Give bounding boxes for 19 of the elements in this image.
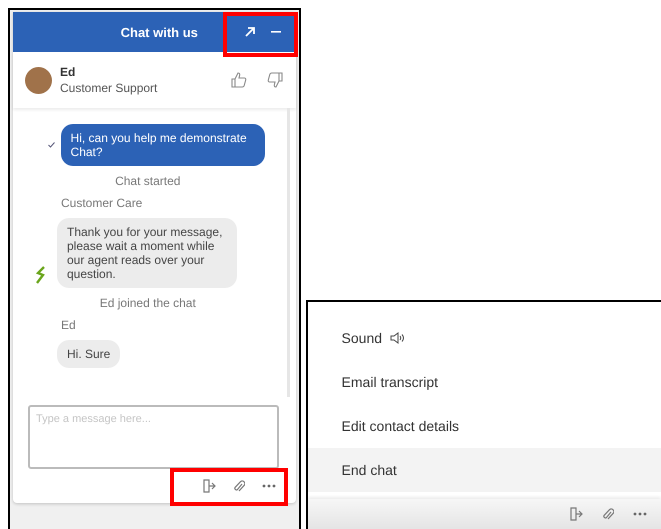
received-message: Hi. Sure: [57, 340, 120, 368]
message-input[interactable]: Type a message here...: [28, 405, 279, 469]
menu-item[interactable]: Sound: [308, 316, 661, 360]
agent-name: Ed: [60, 64, 76, 80]
system-message: Chat started: [115, 174, 180, 188]
agent-role: Customer Support: [60, 80, 158, 96]
thumbs-up-icon[interactable]: [230, 71, 248, 89]
menu-item[interactable]: Email transcript: [308, 360, 661, 404]
sender-name: Ed: [61, 318, 76, 332]
received-message: Thank you for your message, please wait a moment while our agent reads over your question.: [57, 218, 237, 288]
avatar: [25, 66, 52, 94]
system-message: Ed joined the chat: [100, 296, 196, 310]
sender-name: Customer Care: [61, 196, 142, 210]
sent-message: Hi, can you help me demonstrate Chat?: [60, 124, 265, 166]
speaker-icon: [390, 332, 406, 344]
chat-title: Chat with us: [120, 24, 199, 40]
menu-item[interactable]: End chat: [308, 448, 661, 492]
menu-item[interactable]: Edit contact details: [308, 404, 661, 448]
thumbs-down-icon[interactable]: [266, 71, 284, 89]
